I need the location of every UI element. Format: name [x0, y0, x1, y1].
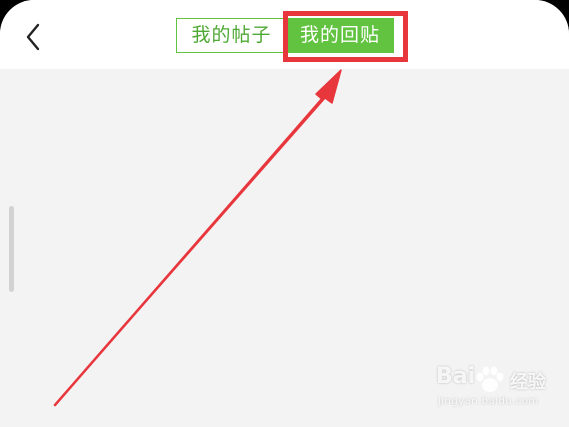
- tab-my-posts[interactable]: 我的帖子: [176, 18, 286, 53]
- tab-my-replies[interactable]: 我的回贴: [286, 18, 394, 53]
- top-navigation-bar: 我的帖子 我的回贴: [0, 0, 569, 69]
- back-button[interactable]: [18, 18, 52, 56]
- tab-my-replies-label: 我的回贴: [299, 24, 380, 46]
- app-screen: 我的帖子 我的回贴: [0, 0, 569, 427]
- chevron-left-icon: [26, 23, 40, 51]
- tab-my-posts-label: 我的帖子: [191, 24, 272, 46]
- scrollbar[interactable]: [9, 206, 14, 292]
